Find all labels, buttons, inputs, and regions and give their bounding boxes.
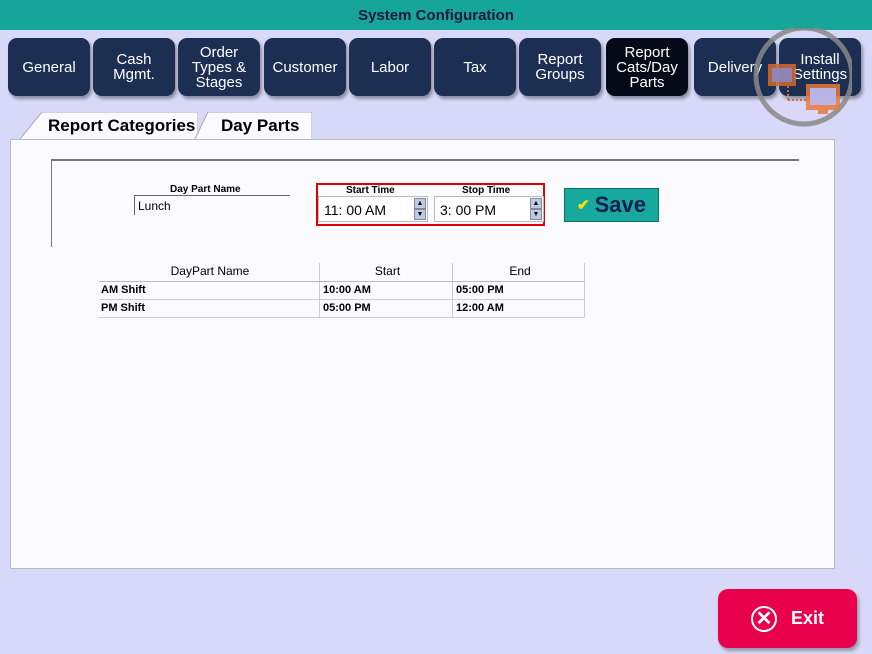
group-divider bbox=[51, 159, 799, 161]
stop-time-label: Stop Time bbox=[462, 185, 511, 196]
tab-report-cats-day-parts[interactable]: Report Cats/Day Parts bbox=[606, 38, 688, 96]
column-header-name[interactable]: DayPart Name bbox=[99, 263, 319, 281]
stop-time-value: 3: 00 PM bbox=[440, 202, 497, 218]
tab-customer[interactable]: Customer bbox=[264, 38, 346, 96]
table-row[interactable]: PM Shift 05:00 PM 12:00 AM bbox=[99, 300, 585, 318]
start-time-down-icon[interactable]: ▼ bbox=[414, 209, 426, 220]
day-parts-table: DayPart Name Start End AM Shift 10:00 AM… bbox=[99, 263, 585, 318]
save-label: Save bbox=[594, 192, 646, 217]
tab-labor[interactable]: Labor bbox=[349, 38, 431, 96]
day-part-name-label: Day Part Name bbox=[170, 184, 241, 195]
exit-label: Exit bbox=[790, 608, 824, 628]
config-tab-bar: General Cash Mgmt. Order Types & Stages … bbox=[0, 34, 872, 100]
cell-name: PM Shift bbox=[101, 302, 145, 314]
table-header-row: DayPart Name Start End bbox=[99, 263, 585, 282]
tab-general[interactable]: General bbox=[8, 38, 90, 96]
window-title: System Configuration bbox=[0, 0, 872, 30]
cell-start: 05:00 PM bbox=[319, 300, 452, 317]
cell-end: 05:00 PM bbox=[452, 282, 585, 299]
tab-report-groups[interactable]: Report Groups bbox=[519, 38, 601, 96]
start-time-up-icon[interactable]: ▲ bbox=[414, 198, 426, 209]
checkmark-icon: ✔ bbox=[577, 197, 590, 214]
tab-tax[interactable]: Tax bbox=[434, 38, 516, 96]
stop-time-spinner[interactable]: 3: 00 PM ▲ ▼ bbox=[434, 196, 544, 222]
column-header-start[interactable]: Start bbox=[319, 263, 452, 281]
subtab-report-categories-label: Report Categories bbox=[48, 116, 196, 135]
stop-time-up-icon[interactable]: ▲ bbox=[530, 198, 542, 209]
column-header-end[interactable]: End bbox=[452, 263, 585, 281]
subtab-day-parts[interactable]: Day Parts bbox=[194, 112, 312, 141]
table-row[interactable]: AM Shift 10:00 AM 05:00 PM bbox=[99, 282, 585, 300]
cell-start: 10:00 AM bbox=[319, 282, 452, 299]
group-divider bbox=[51, 159, 52, 247]
cell-name: AM Shift bbox=[101, 284, 146, 296]
close-circle-icon: ✕ bbox=[750, 605, 777, 632]
tab-order-types-stages[interactable]: Order Types & Stages bbox=[178, 38, 260, 96]
tab-cash-mgmt[interactable]: Cash Mgmt. bbox=[93, 38, 175, 96]
start-time-label: Start Time bbox=[346, 185, 395, 196]
network-logo-icon bbox=[753, 28, 852, 127]
day-part-name-input[interactable] bbox=[134, 195, 290, 215]
start-time-value: 11: 00 AM bbox=[324, 202, 387, 218]
cell-end: 12:00 AM bbox=[452, 300, 585, 317]
start-time-spinner[interactable]: 11: 00 AM ▲ ▼ bbox=[318, 196, 428, 222]
subtab-day-parts-label: Day Parts bbox=[221, 116, 300, 135]
subtab-report-categories[interactable]: Report Categories bbox=[20, 112, 198, 140]
exit-button[interactable]: ✕ Exit bbox=[718, 589, 857, 648]
save-button[interactable]: ✔ Save bbox=[564, 188, 659, 222]
stop-time-down-icon[interactable]: ▼ bbox=[530, 209, 542, 220]
